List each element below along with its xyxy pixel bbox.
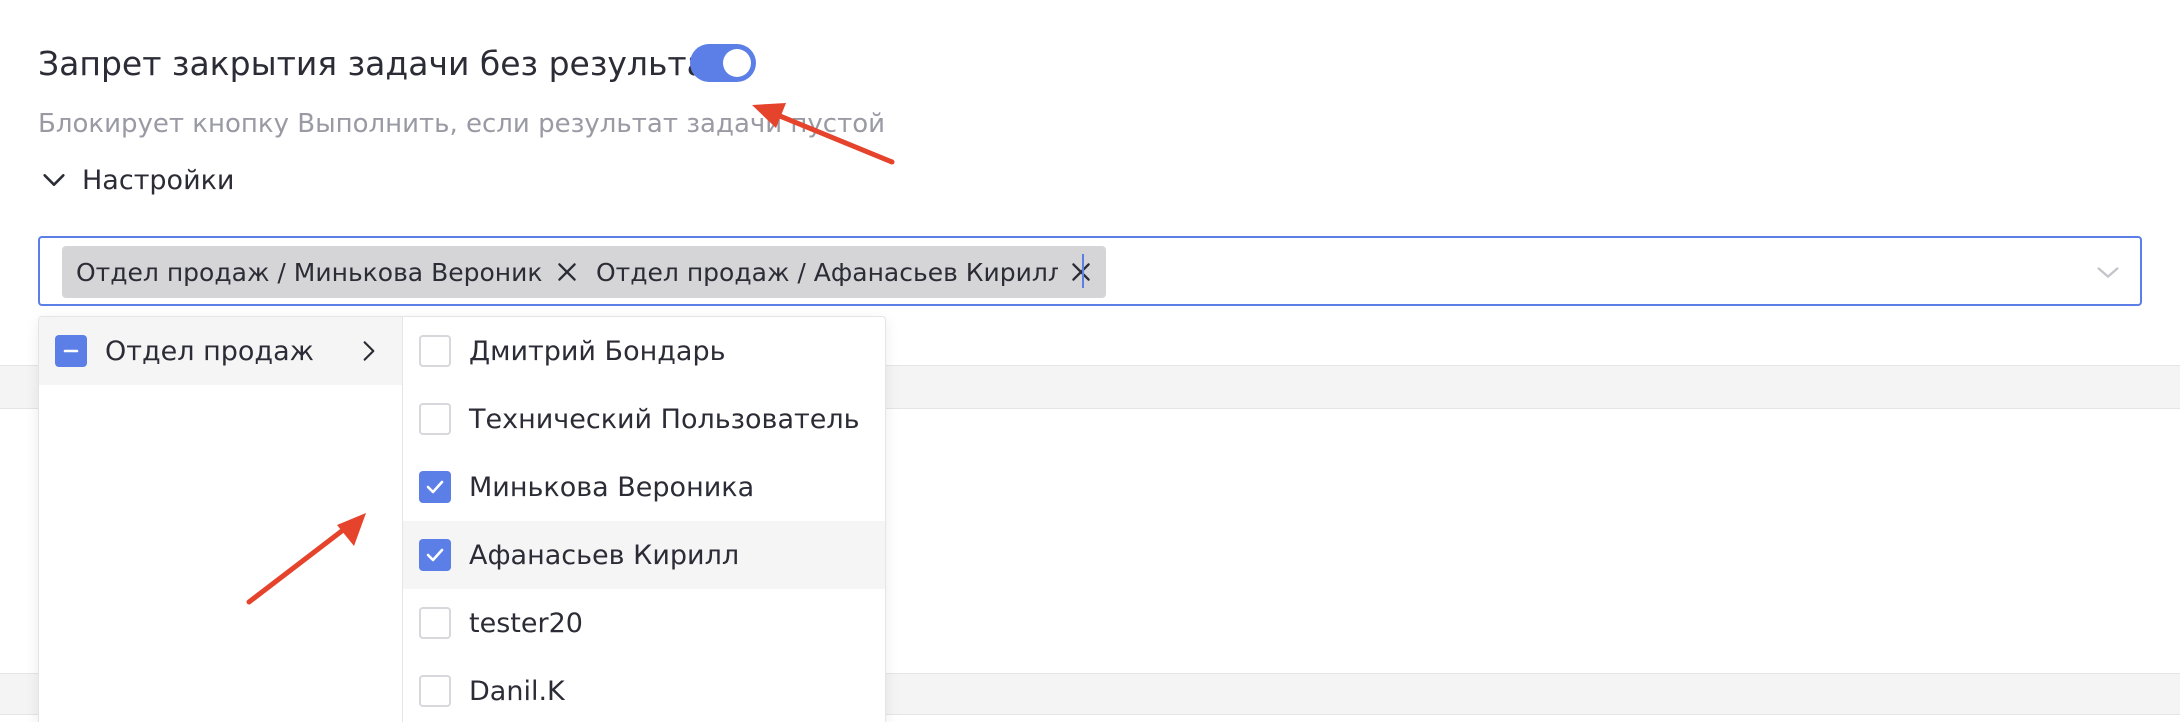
result-required-toggle[interactable] (690, 44, 756, 82)
user-checkbox[interactable] (419, 403, 451, 435)
settings-label: Настройки (82, 164, 235, 196)
user-label: Афанасьев Кирилл (469, 539, 740, 571)
user-item[interactable]: Дмитрий Бондарь (403, 317, 885, 385)
user-checkbox[interactable] (419, 675, 451, 707)
user-column: Дмитрий Бондарь Технический Пользователь… (403, 317, 885, 722)
user-label: Danil.K (469, 675, 565, 707)
setting-card: Запрет закрытия задачи без результата Бл… (0, 0, 2180, 366)
check-icon (426, 480, 444, 494)
setting-description: Блокирует кнопку Выполнить, если результ… (38, 109, 886, 139)
user-label: tester20 (469, 607, 583, 639)
setting-title: Запрет закрытия задачи без результата (38, 44, 747, 83)
chevron-down-icon (43, 174, 65, 186)
text-caret (1082, 254, 1084, 288)
settings-page: Запрет закрытия задачи без результата Бл… (0, 0, 2180, 722)
user-item[interactable]: tester20 (403, 589, 885, 657)
check-icon (426, 548, 444, 562)
chevron-right-icon (363, 341, 375, 361)
minus-icon (63, 349, 79, 353)
settings-expander[interactable]: Настройки (40, 160, 234, 200)
tag-label: Отдел продаж / Афанасьев Кирилл (596, 257, 1058, 287)
close-icon[interactable] (554, 259, 580, 285)
toggle-knob (723, 49, 751, 77)
user-checkbox[interactable] (419, 607, 451, 639)
group-column: Отдел продаж (39, 317, 403, 722)
chevron-down-icon[interactable] (2094, 258, 2122, 286)
user-item[interactable]: Афанасьев Кирилл (403, 521, 885, 589)
user-label: Минькова Вероника (469, 471, 755, 503)
selected-tag: Отдел продаж / Минькова Вероника (62, 246, 592, 298)
group-label: Отдел продаж (105, 335, 314, 367)
selected-tag: Отдел продаж / Афанасьев Кирилл (582, 246, 1106, 298)
user-checkbox[interactable] (419, 539, 451, 571)
users-multiselect[interactable]: Отдел продаж / Минькова Вероника Отдел п… (38, 236, 2142, 306)
close-icon[interactable] (1068, 259, 1094, 285)
user-checkbox[interactable] (419, 471, 451, 503)
user-item[interactable]: Технический Пользователь (403, 385, 885, 453)
user-checkbox[interactable] (419, 335, 451, 367)
user-label: Дмитрий Бондарь (469, 335, 726, 367)
cascader-dropdown: Отдел продаж Дмитрий Бондарь Технический… (38, 316, 886, 722)
user-item[interactable]: Минькова Вероника (403, 453, 885, 521)
user-label: Технический Пользователь (469, 403, 860, 435)
group-item[interactable]: Отдел продаж (39, 317, 402, 385)
user-item[interactable]: Danil.K (403, 657, 885, 722)
group-checkbox[interactable] (55, 335, 87, 367)
tag-label: Отдел продаж / Минькова Вероника (76, 257, 544, 287)
